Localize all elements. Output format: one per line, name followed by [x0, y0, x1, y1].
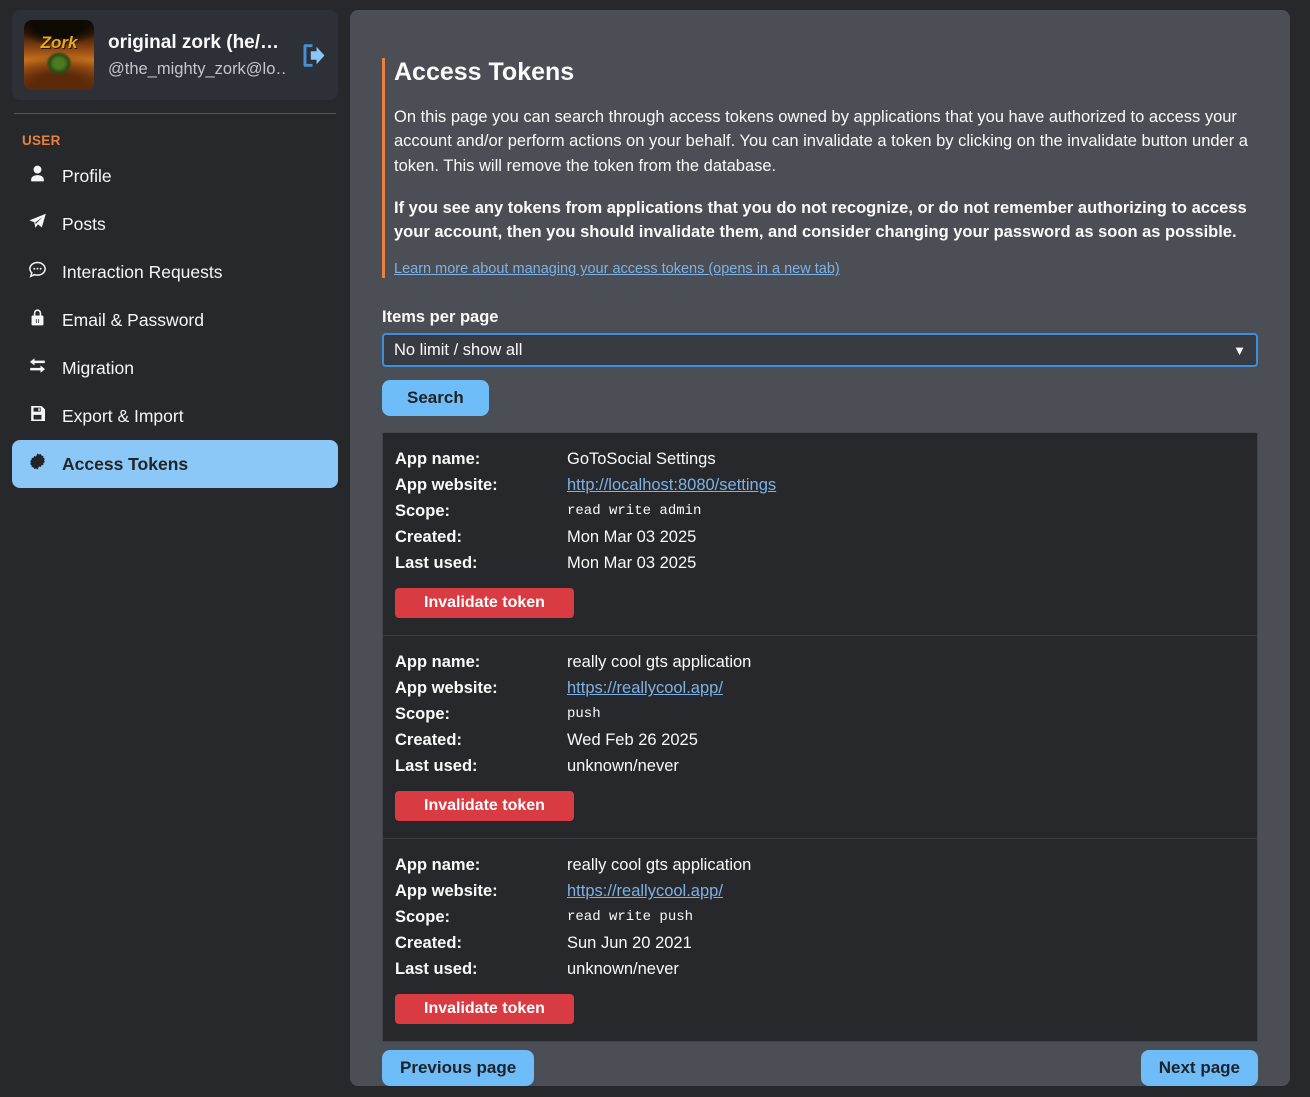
search-button[interactable]: Search — [382, 380, 489, 416]
token-entry: App name: GoToSocial Settings App websit… — [383, 433, 1257, 635]
warning-paragraph: If you see any tokens from applications … — [394, 196, 1258, 245]
app-website-label: App website: — [395, 675, 567, 701]
created-label: Created: — [395, 524, 567, 550]
user-card: Zork original zork (he/… @the_mighty_zor… — [12, 10, 338, 100]
page-title: Access Tokens — [394, 58, 1258, 87]
scope-value: read write push — [567, 904, 1245, 930]
app-name-label: App name: — [395, 852, 567, 878]
app-website-link[interactable]: http://localhost:8080/settings — [567, 476, 776, 494]
created-value: Wed Feb 26 2025 — [567, 727, 1245, 753]
created-value: Sun Jun 20 2021 — [567, 930, 1245, 956]
access-tokens-intro: Access Tokens On this page you can searc… — [382, 58, 1258, 278]
sign-out-icon — [299, 42, 326, 69]
invalidate-token-button[interactable]: Invalidate token — [395, 791, 574, 821]
logout-button[interactable] — [299, 42, 326, 69]
user-handle: @the_mighty_zork@lo… — [108, 60, 285, 79]
floppy-disk-icon — [28, 404, 47, 428]
learn-more-link[interactable]: Learn more about managing your access to… — [394, 261, 840, 277]
description-paragraph: On this page you can search through acce… — [394, 105, 1258, 178]
app-website-label: App website: — [395, 472, 567, 498]
sidebar-item-label: Export & Import — [62, 406, 184, 427]
sidebar: Zork original zork (he/… @the_mighty_zor… — [0, 0, 350, 1097]
lock-icon — [28, 308, 47, 332]
sidebar-item-label: Access Tokens — [62, 454, 188, 475]
app-website-link[interactable]: https://reallycool.app/ — [567, 679, 723, 697]
items-per-page-value: No limit / show all — [394, 341, 522, 360]
sidebar-item-posts[interactable]: Posts — [12, 200, 338, 248]
token-list: App name: GoToSocial Settings App websit… — [382, 432, 1258, 1042]
invalidate-token-button[interactable]: Invalidate token — [395, 588, 574, 618]
items-per-page-label: Items per page — [382, 308, 1258, 327]
user-icon — [28, 164, 47, 188]
last-used-label: Last used: — [395, 956, 567, 982]
sidebar-section-label: USER — [22, 133, 350, 148]
token-details: App name: really cool gts application Ap… — [395, 649, 1245, 779]
pagination: Previous page Next page — [382, 1050, 1258, 1086]
last-used-value: unknown/never — [567, 753, 1245, 779]
app-website-label: App website: — [395, 878, 567, 904]
token-details: App name: GoToSocial Settings App websit… — [395, 446, 1245, 576]
comment-dots-icon — [28, 260, 47, 284]
next-page-button[interactable]: Next page — [1141, 1050, 1258, 1086]
app-name-label: App name: — [395, 446, 567, 472]
last-used-label: Last used: — [395, 550, 567, 576]
token-entry: App name: really cool gts application Ap… — [383, 838, 1257, 1041]
sidebar-item-label: Profile — [62, 166, 112, 187]
app-name-value: really cool gts application — [567, 852, 1245, 878]
scope-label: Scope: — [395, 701, 567, 727]
sidebar-menu: Profile Posts Interaction Requests Email… — [0, 152, 350, 488]
sidebar-divider — [14, 113, 336, 114]
chevron-down-icon: ▼ — [1233, 343, 1246, 358]
token-details: App name: really cool gts application Ap… — [395, 852, 1245, 982]
scope-value: push — [567, 701, 1245, 727]
display-name: original zork (he/… — [108, 32, 285, 54]
app-name-label: App name: — [395, 649, 567, 675]
sidebar-item-profile[interactable]: Profile — [12, 152, 338, 200]
avatar[interactable]: Zork — [24, 20, 94, 90]
main-panel: Access Tokens On this page you can searc… — [350, 10, 1290, 1086]
sidebar-item-label: Email & Password — [62, 310, 204, 331]
sidebar-item-migration[interactable]: Migration — [12, 344, 338, 392]
app-name-value: GoToSocial Settings — [567, 446, 1245, 472]
user-names: original zork (he/… @the_mighty_zork@lo… — [108, 32, 285, 79]
app-name-value: really cool gts application — [567, 649, 1245, 675]
last-used-value: Mon Mar 03 2025 — [567, 550, 1245, 576]
last-used-value: unknown/never — [567, 956, 1245, 982]
sidebar-item-email-password[interactable]: Email & Password — [12, 296, 338, 344]
transfer-arrows-icon — [28, 356, 47, 380]
paper-plane-icon — [28, 212, 47, 236]
scope-label: Scope: — [395, 498, 567, 524]
created-label: Created: — [395, 727, 567, 753]
created-label: Created: — [395, 930, 567, 956]
created-value: Mon Mar 03 2025 — [567, 524, 1245, 550]
scope-value: read write admin — [567, 498, 1245, 524]
sidebar-item-label: Migration — [62, 358, 134, 379]
sidebar-item-label: Posts — [62, 214, 106, 235]
last-used-label: Last used: — [395, 753, 567, 779]
previous-page-button[interactable]: Previous page — [382, 1050, 534, 1086]
items-per-page-select[interactable]: No limit / show all ▼ — [382, 333, 1258, 367]
seal-icon — [28, 452, 47, 476]
sidebar-item-interaction-requests[interactable]: Interaction Requests — [12, 248, 338, 296]
invalidate-token-button[interactable]: Invalidate token — [395, 994, 574, 1024]
sidebar-item-label: Interaction Requests — [62, 262, 223, 283]
avatar-art-text: Zork — [24, 33, 94, 53]
scope-label: Scope: — [395, 904, 567, 930]
sidebar-item-access-tokens[interactable]: Access Tokens — [12, 440, 338, 488]
token-entry: App name: really cool gts application Ap… — [383, 635, 1257, 838]
sidebar-item-export-import[interactable]: Export & Import — [12, 392, 338, 440]
app-website-link[interactable]: https://reallycool.app/ — [567, 882, 723, 900]
